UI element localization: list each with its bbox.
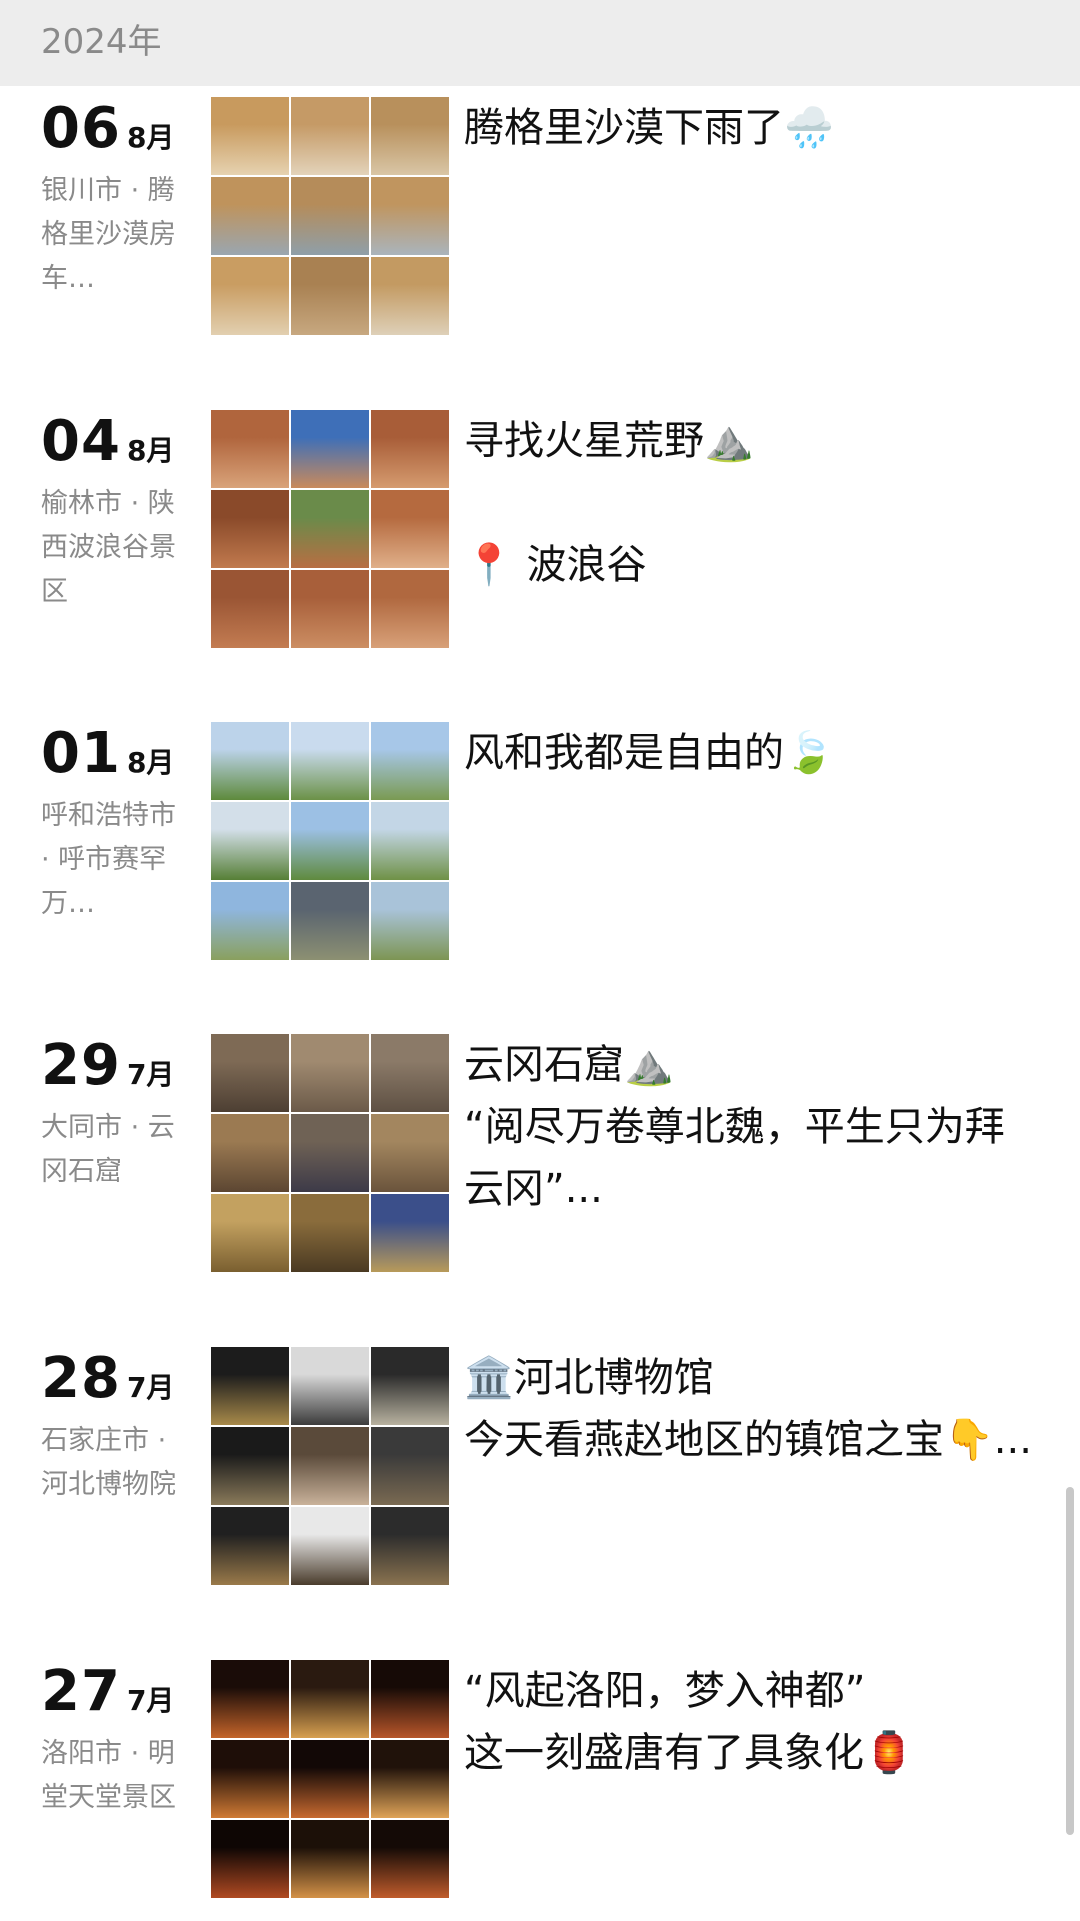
moment-entry[interactable]: 01 8月 呼和浩特市 · 呼市赛罕万… 风和我都是自由的🍃 [0,722,1080,972]
photo-thumbnail[interactable] [371,1507,449,1585]
photo-thumbnail[interactable] [211,1114,289,1192]
photo-thumbnail[interactable] [211,97,289,175]
post-caption[interactable]: 🏛️河北博物馆 今天看燕赵地区的镇馆之宝👇... [464,1347,1034,1471]
photo-thumbnail[interactable] [291,1820,369,1898]
photo-thumbnail[interactable] [371,1114,449,1192]
photo-thumbnail[interactable] [211,410,289,488]
post-day: 29 [41,1033,121,1098]
photo-thumbnail[interactable] [291,570,369,648]
post-caption[interactable]: 寻找火星荒野⛰️ 📍 波浪谷 [464,410,1034,596]
photo-thumbnail[interactable] [211,1820,289,1898]
photo-thumbnail[interactable] [211,1427,289,1505]
photo-thumbnail[interactable] [211,1740,289,1818]
post-date: 27 7月 [41,1660,174,1724]
photo-thumbnail[interactable] [211,570,289,648]
photo-thumbnail[interactable] [211,882,289,960]
photo-thumbnail[interactable] [291,1507,369,1585]
photo-thumbnail[interactable] [291,257,369,335]
post-day: 04 [41,409,121,474]
photo-thumbnail[interactable] [211,722,289,800]
photo-thumbnail[interactable] [211,1660,289,1738]
photo-thumbnail[interactable] [371,1194,449,1272]
moment-entry[interactable]: 28 7月 石家庄市 · 河北博物院 🏛️河北博物馆 今天看燕赵地区的镇馆之宝👇.… [0,1347,1080,1597]
photo-thumbnail[interactable] [211,802,289,880]
photo-thumbnail[interactable] [291,177,369,255]
photo-grid[interactable] [211,1034,449,1272]
post-month: 7月 [126,1058,175,1091]
photo-thumbnail[interactable] [211,490,289,568]
photo-thumbnail[interactable] [291,1740,369,1818]
photo-thumbnail[interactable] [211,1507,289,1585]
photo-thumbnail[interactable] [371,1427,449,1505]
photo-thumbnail[interactable] [371,257,449,335]
photo-thumbnail[interactable] [371,882,449,960]
photo-thumbnail[interactable] [211,177,289,255]
photo-thumbnail[interactable] [291,1427,369,1505]
post-date: 06 8月 [41,97,174,161]
photo-thumbnail[interactable] [371,1347,449,1425]
moment-entry[interactable]: 29 7月 大同市 · 云冈石窟 云冈石窟⛰️ “阅尽万卷尊北魏，平生只为拜云冈”… [0,1034,1080,1284]
photo-thumbnail[interactable] [211,257,289,335]
post-caption[interactable]: 风和我都是自由的🍃 [464,722,1034,784]
post-caption[interactable]: 腾格里沙漠下雨了🌧️ [464,97,1034,159]
photo-thumbnail[interactable] [291,1114,369,1192]
photo-thumbnail[interactable] [371,802,449,880]
post-day: 28 [41,1346,121,1411]
photo-grid[interactable] [211,410,449,648]
photo-thumbnail[interactable] [211,1034,289,1112]
post-location: 大同市 · 云冈石窟 [41,1112,175,1187]
photo-thumbnail[interactable] [371,1660,449,1738]
moment-entry[interactable]: 27 7月 洛阳市 · 明堂天堂景区 “风起洛阳，梦入神都” 这一刻盛唐有了具象化… [0,1660,1080,1910]
moment-entry[interactable]: 04 8月 榆林市 · 陕西波浪谷景区 寻找火星荒野⛰️ 📍 波浪谷 [0,410,1080,660]
photo-thumbnail[interactable] [371,490,449,568]
photo-thumbnail[interactable] [371,1740,449,1818]
post-month: 8月 [126,434,175,467]
post-location: 石家庄市 · 河北博物院 [41,1425,176,1500]
moment-entry[interactable]: 06 8月 银川市 · 腾格里沙漠房车… 腾格里沙漠下雨了🌧️ [0,97,1080,347]
photo-thumbnail[interactable] [371,722,449,800]
photo-thumbnail[interactable] [211,1194,289,1272]
post-month: 7月 [126,1371,175,1404]
post-caption[interactable]: 云冈石窟⛰️ “阅尽万卷尊北魏，平生只为拜云冈”... [464,1034,1034,1220]
post-month: 7月 [126,1684,175,1717]
photo-thumbnail[interactable] [371,570,449,648]
post-month: 8月 [126,121,175,154]
photo-thumbnail[interactable] [371,1034,449,1112]
post-location: 榆林市 · 陕西波浪谷景区 [41,488,176,607]
photo-thumbnail[interactable] [371,410,449,488]
year-label: 2024年 [41,22,162,62]
post-caption[interactable]: “风起洛阳，梦入神都” 这一刻盛唐有了具象化🏮 [464,1660,1034,1784]
photo-thumbnail[interactable] [291,410,369,488]
photo-thumbnail[interactable] [291,1660,369,1738]
photo-grid[interactable] [211,97,449,335]
photo-thumbnail[interactable] [291,1194,369,1272]
post-date: 28 7月 [41,1347,174,1411]
photo-grid[interactable] [211,722,449,960]
post-day: 06 [41,96,121,161]
post-location: 呼和浩特市 · 呼市赛罕万… [41,800,176,919]
photo-grid[interactable] [211,1347,449,1585]
photo-thumbnail[interactable] [291,882,369,960]
photo-thumbnail[interactable] [291,1347,369,1425]
photo-thumbnail[interactable] [291,490,369,568]
photo-thumbnail[interactable] [291,722,369,800]
post-date: 01 8月 [41,722,174,786]
photo-grid[interactable] [211,1660,449,1898]
post-day: 27 [41,1659,121,1724]
photo-thumbnail[interactable] [371,97,449,175]
post-date: 04 8月 [41,410,174,474]
photo-thumbnail[interactable] [371,1820,449,1898]
post-location: 银川市 · 腾格里沙漠房车… [41,175,176,294]
photo-thumbnail[interactable] [291,802,369,880]
post-day: 01 [41,721,121,786]
year-header: 2024年 [0,0,1080,86]
photo-thumbnail[interactable] [211,1347,289,1425]
scrollbar-thumb[interactable] [1066,1487,1074,1835]
photo-thumbnail[interactable] [291,1034,369,1112]
post-location: 洛阳市 · 明堂天堂景区 [41,1738,176,1813]
photo-thumbnail[interactable] [371,177,449,255]
post-month: 8月 [126,746,175,779]
post-date: 29 7月 [41,1034,174,1098]
photo-thumbnail[interactable] [291,97,369,175]
